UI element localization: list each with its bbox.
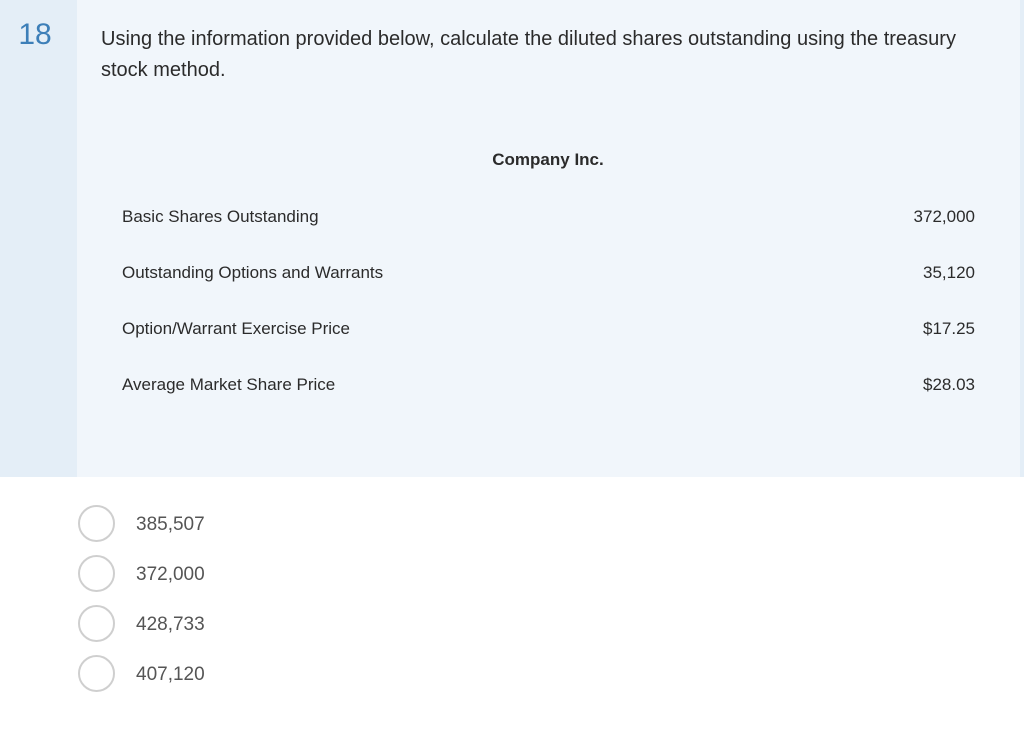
answer-option-3[interactable]: 428,733 <box>78 605 478 655</box>
table-row: Average Market Share Price $28.03 <box>122 364 975 420</box>
data-table: Basic Shares Outstanding 372,000 Outstan… <box>122 196 975 420</box>
table-row: Outstanding Options and Warrants 35,120 <box>122 252 975 308</box>
radio-button[interactable] <box>78 605 115 642</box>
row-value: 372,000 <box>913 207 975 226</box>
row-label: Outstanding Options and Warrants <box>122 263 384 282</box>
row-label: Basic Shares Outstanding <box>122 207 319 226</box>
answer-label[interactable]: 407,120 <box>136 664 205 686</box>
radio-button[interactable] <box>78 655 115 692</box>
question-number-gutter: 18 <box>0 0 77 477</box>
row-value: 35,120 <box>923 263 975 282</box>
question-text: Using the information provided below, ca… <box>101 28 956 81</box>
panel-edge <box>1020 0 1024 477</box>
table-title: Company Inc. <box>492 150 604 169</box>
answer-options: 385,507 372,000 428,733 407,120 <box>78 505 478 705</box>
question-panel: 18 Using the information provided below,… <box>0 0 1024 477</box>
row-value: $17.25 <box>923 319 975 338</box>
row-value: $28.03 <box>923 375 975 394</box>
answer-label[interactable]: 428,733 <box>136 614 205 636</box>
row-label: Average Market Share Price <box>122 375 336 394</box>
table-row: Option/Warrant Exercise Price $17.25 <box>122 308 975 364</box>
answer-option-2[interactable]: 372,000 <box>78 555 478 605</box>
table-row: Basic Shares Outstanding 372,000 <box>122 196 975 252</box>
answer-label[interactable]: 372,000 <box>136 564 205 586</box>
radio-button[interactable] <box>78 505 115 542</box>
answer-option-1[interactable]: 385,507 <box>78 505 478 555</box>
radio-button[interactable] <box>78 555 115 592</box>
row-label: Option/Warrant Exercise Price <box>122 319 350 338</box>
quiz-page: 18 Using the information provided below,… <box>0 0 1024 743</box>
answer-option-4[interactable]: 407,120 <box>78 655 478 705</box>
answer-label[interactable]: 385,507 <box>136 514 205 536</box>
question-number: 18 <box>18 18 52 51</box>
